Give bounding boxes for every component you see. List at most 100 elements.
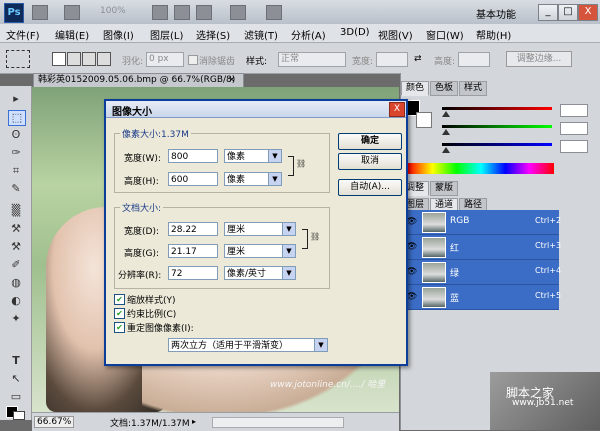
channel-row-blue[interactable]: 👁 蓝 Ctrl+5 bbox=[404, 285, 561, 310]
healing-brush-tool-icon[interactable]: ▒ bbox=[8, 204, 24, 218]
close-window-button[interactable]: X bbox=[578, 4, 598, 21]
pixel-height-unit-select[interactable]: 像素 ▼ bbox=[224, 172, 282, 186]
marquee-preset-icon[interactable] bbox=[6, 50, 30, 68]
doc-height-unit: 厘米 bbox=[227, 247, 246, 257]
red-slider[interactable] bbox=[442, 104, 592, 117]
type-tool-icon[interactable]: T bbox=[8, 354, 24, 368]
channel-row-red[interactable]: 👁 红 Ctrl+3 bbox=[404, 235, 561, 260]
new-selection-icon[interactable] bbox=[52, 52, 66, 66]
document-tab-close-icon[interactable]: × bbox=[228, 74, 236, 87]
resample-checkbox[interactable]: ✔ bbox=[114, 322, 125, 333]
zoom-level[interactable]: 100% bbox=[100, 6, 126, 16]
brush-tool-icon[interactable]: ⚒ bbox=[8, 222, 24, 236]
cancel-button[interactable]: 取消 bbox=[338, 153, 402, 170]
pixel-link-bracket bbox=[288, 156, 294, 176]
eraser-tool-icon[interactable]: ◍ bbox=[8, 276, 24, 290]
ok-button[interactable]: 确定 bbox=[338, 133, 402, 150]
tab-styles[interactable]: 样式 bbox=[459, 81, 487, 96]
status-menu-icon[interactable]: ▸ bbox=[192, 417, 204, 426]
height-input[interactable] bbox=[458, 52, 490, 67]
menu-file[interactable]: 文件(F) bbox=[6, 27, 40, 42]
shape-tool-icon[interactable]: ▭ bbox=[8, 390, 24, 404]
tab-color[interactable]: 颜色 bbox=[401, 81, 429, 96]
green-slider[interactable] bbox=[442, 122, 592, 135]
subtract-selection-icon[interactable] bbox=[82, 52, 96, 66]
marquee-tool-icon[interactable]: ⬚ bbox=[8, 110, 26, 126]
path-selection-tool-icon[interactable]: ↖ bbox=[8, 372, 24, 386]
tools-panel: ▸ ⬚ ʘ ✑ ⌗ ✎ ▒ ⚒ ⚒ ✐ ◍ ◐ ✦ T ↖ ▭ bbox=[0, 86, 32, 420]
channel-name: 绿 bbox=[450, 269, 460, 279]
maximize-button[interactable]: □ bbox=[558, 4, 578, 21]
eyedropper-tool-icon[interactable]: ✎ bbox=[8, 182, 24, 196]
zoom-field[interactable]: 66.67% bbox=[34, 416, 75, 428]
background-color-swatch[interactable] bbox=[13, 411, 25, 420]
dodge-tool-icon[interactable]: ✦ bbox=[8, 312, 24, 326]
resolution-input[interactable]: 72 bbox=[168, 266, 218, 280]
doc-height-unit-select[interactable]: 厘米 ▼ bbox=[224, 244, 296, 258]
menu-analysis[interactable]: 分析(A) bbox=[291, 27, 326, 42]
gradient-tool-icon[interactable]: ◐ bbox=[8, 294, 24, 308]
feather-input[interactable]: 0 px bbox=[146, 52, 184, 67]
menu-select[interactable]: 选择(S) bbox=[196, 27, 230, 42]
refine-edge-button[interactable]: 调整边缘... bbox=[506, 51, 572, 67]
doc-width-input[interactable]: 28.22 bbox=[168, 222, 218, 236]
scale-styles-label: 缩放样式(Y) bbox=[127, 296, 176, 306]
height-label: 高度: bbox=[434, 57, 456, 67]
chevron-down-icon: ▼ bbox=[282, 223, 295, 235]
resolution-unit-select[interactable]: 像素/英寸 ▼ bbox=[224, 266, 296, 280]
width-input[interactable] bbox=[376, 52, 408, 67]
history-brush-tool-icon[interactable]: ✐ bbox=[8, 258, 24, 272]
document-info[interactable]: 文档:1.37M/1.37M bbox=[110, 416, 190, 429]
minimize-button[interactable]: _ bbox=[538, 4, 558, 21]
pixel-width-input[interactable]: 800 bbox=[168, 149, 218, 163]
menu-help[interactable]: 帮助(H) bbox=[476, 27, 511, 42]
intersect-selection-icon[interactable] bbox=[97, 52, 111, 66]
menu-image[interactable]: 图像(I) bbox=[103, 27, 134, 42]
lasso-tool-icon[interactable]: ʘ bbox=[8, 128, 24, 142]
screen-mode-icon[interactable] bbox=[266, 5, 282, 20]
pixel-width-unit-select[interactable]: 像素 ▼ bbox=[224, 149, 282, 163]
channel-row-rgb[interactable]: 👁 RGB Ctrl+2 bbox=[404, 210, 561, 235]
resample-method-select[interactable]: 两次立方（适用于平滑渐变） ▼ bbox=[168, 338, 328, 352]
color-spectrum-bar[interactable] bbox=[408, 163, 554, 174]
zoom-tool-icon[interactable] bbox=[174, 5, 190, 20]
style-select[interactable]: 正常 bbox=[278, 52, 346, 67]
view-extras-icon[interactable] bbox=[64, 5, 80, 20]
dialog-title-bar[interactable]: 图像大小 X bbox=[106, 101, 406, 118]
menu-layer[interactable]: 图层(L) bbox=[150, 27, 183, 42]
tab-swatches[interactable]: 色板 bbox=[430, 81, 458, 96]
quick-select-tool-icon[interactable]: ✑ bbox=[8, 146, 24, 160]
auto-button[interactable]: 自动(A)... bbox=[338, 179, 402, 196]
menu-3d[interactable]: 3D(D) bbox=[340, 27, 370, 38]
photoshop-logo: Ps bbox=[4, 3, 24, 23]
document-tab[interactable]: 韩彩英0152009.05.06.bmp @ 66.7%(RGB/8) × bbox=[33, 73, 244, 88]
crop-tool-icon[interactable]: ⌗ bbox=[8, 164, 24, 178]
panel-background-swatch[interactable] bbox=[416, 112, 432, 128]
horizontal-scrollbar[interactable] bbox=[212, 417, 344, 428]
menu-filter[interactable]: 滤镜(T) bbox=[244, 27, 278, 42]
document-tab-title: 韩彩英0152009.05.06.bmp @ 66.7%(RGB/8) bbox=[38, 75, 236, 85]
blue-slider[interactable] bbox=[442, 140, 592, 153]
move-tool-icon[interactable]: ▸ bbox=[8, 92, 24, 106]
menu-view[interactable]: 视图(V) bbox=[378, 27, 413, 42]
doc-width-unit-select[interactable]: 厘米 ▼ bbox=[224, 222, 296, 236]
dialog-close-button[interactable]: X bbox=[389, 102, 405, 117]
bridge-icon[interactable] bbox=[32, 5, 48, 20]
scale-styles-checkbox[interactable]: ✔ bbox=[114, 294, 125, 305]
menu-edit[interactable]: 编辑(E) bbox=[55, 27, 89, 42]
style-label: 样式: bbox=[246, 57, 268, 67]
rotate-view-icon[interactable] bbox=[196, 5, 212, 20]
doc-height-input[interactable]: 21.17 bbox=[168, 244, 218, 258]
clone-stamp-tool-icon[interactable]: ⚒ bbox=[8, 240, 24, 254]
swap-dimensions-icon[interactable]: ⇄ bbox=[414, 54, 426, 64]
antialias-checkbox[interactable] bbox=[188, 55, 198, 65]
constrain-proportions-checkbox[interactable]: ✔ bbox=[114, 308, 125, 319]
menu-window[interactable]: 窗口(W) bbox=[426, 27, 464, 42]
arrange-documents-icon[interactable] bbox=[230, 5, 246, 20]
tab-masks[interactable]: 蒙版 bbox=[430, 181, 458, 196]
hand-tool-icon[interactable] bbox=[152, 5, 168, 20]
workspace-switcher[interactable]: 基本功能 bbox=[476, 6, 516, 21]
channel-row-green[interactable]: 👁 绿 Ctrl+4 bbox=[404, 260, 561, 285]
add-selection-icon[interactable] bbox=[67, 52, 81, 66]
pixel-height-input[interactable]: 600 bbox=[168, 172, 218, 186]
